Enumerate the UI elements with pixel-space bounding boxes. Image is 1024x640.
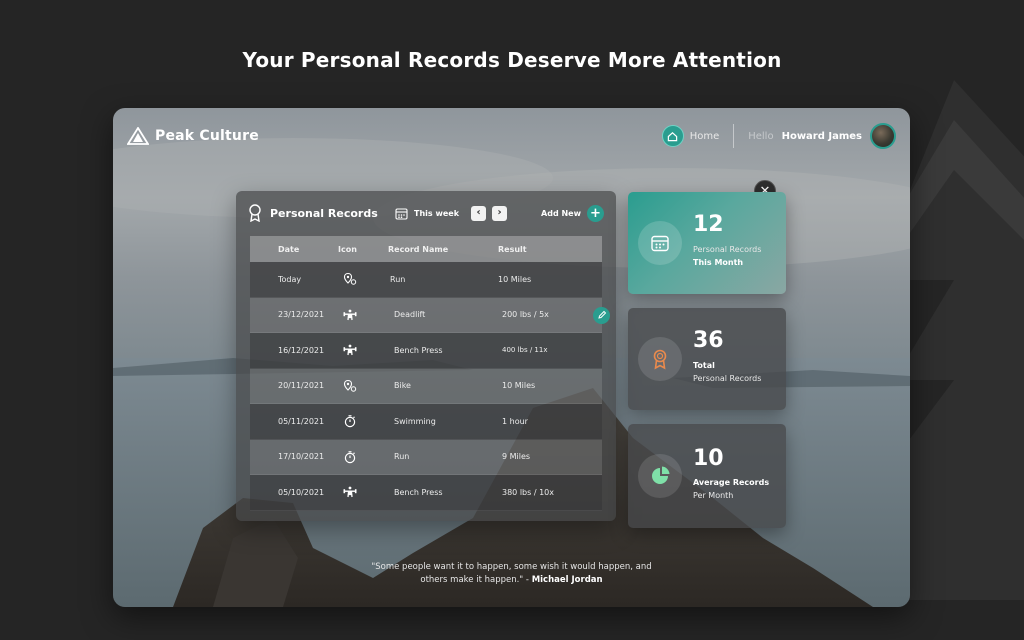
table-header: Date Icon Record Name Result	[250, 236, 602, 262]
pie-chart-icon	[638, 454, 682, 498]
medal-icon	[249, 204, 261, 222]
edit-record-button[interactable]	[593, 306, 610, 324]
add-new-label: Add New	[541, 208, 581, 218]
top-navigation-bar: Peak Culture Home Hello Howard James	[113, 108, 910, 164]
period-label: This week	[414, 208, 460, 218]
plus-icon: +	[587, 204, 604, 222]
quote-text-end: others make it happen." -	[420, 575, 532, 585]
stat-label: Total	[693, 361, 715, 370]
calendar-icon	[395, 207, 408, 220]
quote-author: Michael Jordan	[531, 575, 603, 585]
weightlifter-icon	[343, 344, 357, 356]
period-selector: This week ‹ › Add New +	[395, 204, 604, 222]
table-row[interactable]: 05/10/2021 Bench Press 380 lbs / 10x	[250, 475, 602, 511]
row-record-name: Bike	[394, 381, 411, 391]
panel-title: Personal Records	[270, 206, 378, 220]
table-row[interactable]: 17/10/2021 Run 9 Miles	[250, 439, 602, 475]
row-record-name: Deadlift	[394, 310, 426, 320]
row-result: 1 hour	[502, 416, 528, 426]
home-icon	[661, 125, 684, 147]
row-date: 05/11/2021	[278, 416, 325, 426]
weightlifter-icon	[343, 486, 357, 498]
table-row[interactable]: 16/12/2021 Bench Press 400 lbs / 11x	[250, 333, 602, 369]
row-record-name: Bench Press	[394, 345, 443, 355]
stat-sublabel: Per Month	[693, 491, 734, 500]
table-row[interactable]: 20/11/2021 Bike 10 Miles	[250, 368, 602, 404]
stat-label: Personal Records	[693, 245, 762, 254]
next-period-button[interactable]: ›	[492, 205, 508, 221]
home-button[interactable]: Home	[661, 125, 720, 147]
quote-line-1: "Some people want it to happen, some wis…	[371, 562, 652, 572]
row-date: 05/10/2021	[278, 487, 325, 497]
page-heading: Your Personal Records Deserve More Atten…	[242, 48, 782, 72]
stat-value: 12	[693, 212, 724, 237]
column-header-result: Result	[498, 244, 527, 254]
add-new-button[interactable]: Add New +	[541, 204, 604, 222]
row-date: Today	[278, 274, 302, 284]
row-date: 17/10/2021	[278, 452, 325, 462]
column-header-name: Record Name	[388, 244, 449, 254]
calendar-icon	[638, 221, 682, 265]
table-row[interactable]: 23/12/2021 Deadlift 200 lbs / 5x	[250, 297, 610, 333]
row-date: 20/11/2021	[278, 381, 325, 391]
row-result: 400 lbs / 11x	[502, 346, 548, 355]
stat-label: Average Records	[693, 478, 770, 487]
stopwatch-icon	[344, 415, 356, 428]
column-header-icon: Icon	[338, 244, 357, 254]
previous-period-button[interactable]: ‹	[471, 205, 487, 221]
location-pin-icon	[343, 273, 357, 285]
row-result: 10 Miles	[502, 381, 536, 391]
row-date: 23/12/2021	[278, 310, 325, 320]
brand-name: Peak Culture	[155, 128, 259, 144]
pencil-icon	[597, 310, 606, 319]
stat-card-total-records[interactable]: 36 Total Personal Records	[628, 308, 786, 410]
row-record-name: Bench Press	[394, 487, 443, 497]
row-date: 16/12/2021	[278, 345, 325, 355]
row-result: 200 lbs / 5x	[502, 310, 549, 320]
stat-value: 10	[693, 446, 724, 471]
column-header-date: Date	[278, 244, 300, 254]
home-label: Home	[689, 130, 720, 142]
row-result: 10 Miles	[498, 274, 532, 284]
stat-value: 36	[693, 328, 724, 353]
panel-header: Personal Records This week ‹ › Add New +	[236, 191, 616, 235]
location-pin-icon	[343, 379, 357, 392]
award-ribbon-icon	[638, 337, 682, 381]
greeting-text: Hello	[748, 130, 774, 142]
row-result: 9 Miles	[502, 452, 531, 462]
personal-records-panel: Personal Records This week ‹ › Add New +	[236, 191, 616, 521]
records-table: Date Icon Record Name Result Today Run 1…	[250, 236, 610, 511]
weightlifter-icon	[343, 309, 357, 320]
motivational-quote: "Some people want it to happen, some wis…	[113, 561, 910, 587]
stat-sublabel: Personal Records	[693, 374, 762, 383]
app-window: Peak Culture Home Hello Howard James Per…	[113, 108, 910, 607]
brand-logo[interactable]: Peak Culture	[127, 127, 259, 145]
stat-sublabel: This Month	[693, 258, 744, 267]
row-result: 380 lbs / 10x	[502, 487, 554, 497]
stopwatch-icon	[344, 450, 356, 463]
stat-card-monthly-records[interactable]: 12 Personal Records This Month	[628, 192, 786, 294]
quote-line-2: others make it happen." - Michael Jordan	[113, 574, 910, 587]
row-record-name: Run	[394, 452, 410, 462]
user-avatar[interactable]	[870, 123, 896, 149]
header-divider	[733, 124, 735, 148]
table-row[interactable]: Today Run 10 Miles	[250, 262, 602, 298]
table-row[interactable]: 05/11/2021 Swimming 1 hour	[250, 404, 602, 440]
row-record-name: Swimming	[394, 416, 436, 426]
stat-card-average-records[interactable]: 10 Average Records Per Month	[628, 424, 786, 528]
user-name: Howard James	[781, 130, 862, 142]
mountain-logo-icon	[127, 127, 149, 145]
row-record-name: Run	[390, 274, 406, 284]
